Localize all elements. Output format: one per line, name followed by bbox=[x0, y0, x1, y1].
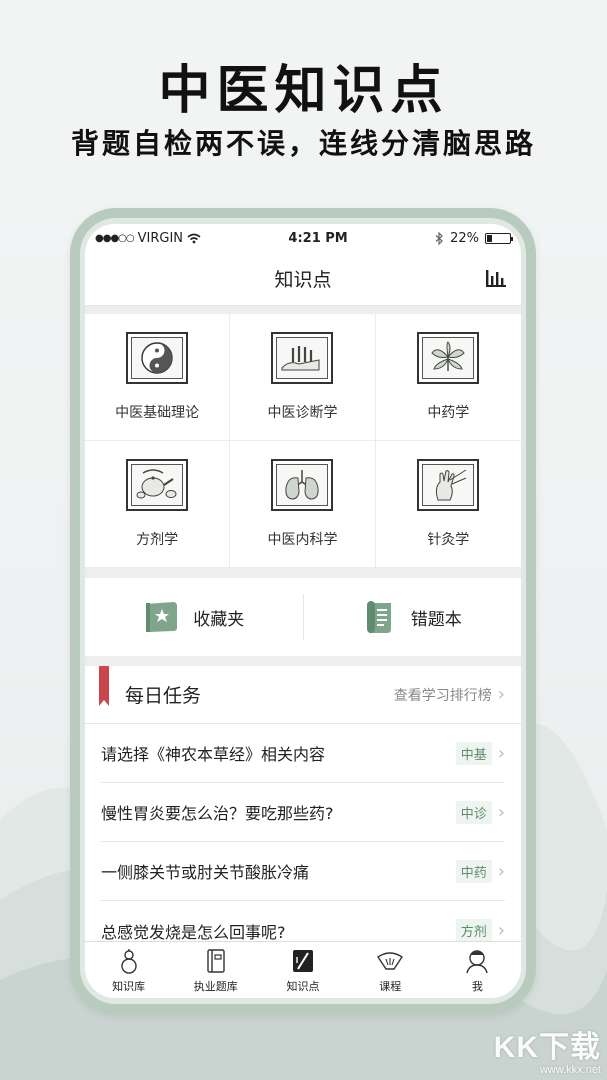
lungs-icon bbox=[271, 459, 334, 511]
category-diagnostics[interactable]: 中医诊断学 bbox=[230, 314, 376, 441]
teapot-icon bbox=[126, 459, 189, 511]
category-label: 中医诊断学 bbox=[267, 405, 338, 421]
status-bar: ●●●○○ VIRGIN 4:21 PM 22% bbox=[85, 224, 521, 252]
task-row[interactable]: 慢性胃炎要怎么治？要吃那些药? 中诊 › bbox=[101, 783, 505, 842]
mistakes-button[interactable]: 错题本 bbox=[304, 594, 522, 640]
promo-subline: 背题自检两不误，连线分清脑思路 bbox=[70, 127, 536, 160]
category-internal-medicine[interactable]: 中医内科学 bbox=[230, 441, 376, 568]
stats-chart-icon[interactable] bbox=[485, 268, 507, 288]
tab-knowledge-base[interactable]: 知识库 bbox=[85, 942, 172, 998]
page-title: 知识点 bbox=[274, 269, 332, 291]
bookmark-ribbon-icon bbox=[99, 666, 109, 706]
carrier-label: VIRGIN bbox=[137, 230, 184, 246]
promo-headline: 中医知识点 bbox=[158, 60, 449, 121]
daily-tasks-title: 每日任务 bbox=[125, 685, 202, 707]
leaderboard-link[interactable]: 查看学习排行榜 › bbox=[394, 684, 505, 705]
category-grid: 中医基础理论 中医诊断学 中药学 方剂学 中医内科学 针灸学 bbox=[85, 314, 521, 568]
task-question: 总感觉发烧是怎么回事呢? bbox=[101, 922, 286, 942]
task-row[interactable]: 一侧膝关节或肘关节酸胀冷痛 中药 › bbox=[101, 842, 505, 901]
quick-access-row: 收藏夹 错题本 bbox=[85, 578, 521, 656]
category-herbology[interactable]: 中药学 bbox=[375, 314, 521, 441]
tab-exam-bank[interactable]: 执业题库 bbox=[172, 942, 259, 998]
favorites-flag-icon bbox=[146, 602, 178, 632]
herb-leaf-icon bbox=[417, 332, 480, 384]
subject-tag: 中药 bbox=[455, 859, 492, 883]
watermark-logo: KK下载 bbox=[493, 1031, 601, 1064]
battery-percent: 22% bbox=[450, 230, 479, 246]
wifi-icon bbox=[187, 233, 201, 243]
clock: 4:21 PM bbox=[288, 230, 348, 246]
nav-bar: 知识点 bbox=[85, 252, 521, 306]
tab-profile[interactable]: 我 bbox=[434, 942, 521, 998]
tab-label: 知识库 bbox=[112, 979, 146, 993]
daily-tasks-section: 每日任务 查看学习排行榜 › 请选择《神农本草经》相关内容 中基 › 慢性胃炎要… bbox=[85, 666, 521, 960]
category-label: 针灸学 bbox=[427, 532, 470, 548]
watermark: KK下载 www.kkx.net bbox=[494, 1022, 601, 1076]
tab-knowledge-points[interactable]: 知识点 bbox=[259, 942, 346, 998]
tab-label: 知识点 bbox=[286, 979, 320, 993]
subject-tag: 方剂 bbox=[455, 919, 492, 942]
chevron-right-icon: › bbox=[497, 920, 505, 941]
mistakes-label: 错题本 bbox=[410, 609, 462, 630]
app-screen: ●●●○○ VIRGIN 4:21 PM 22% 知识点 中医基础理论 中医诊断… bbox=[85, 224, 521, 998]
category-label: 方剂学 bbox=[136, 532, 179, 548]
phone-frame: ●●●○○ VIRGIN 4:21 PM 22% 知识点 中医基础理论 中医诊断… bbox=[70, 208, 536, 1014]
subject-tag: 中诊 bbox=[455, 800, 492, 824]
tab-label: 我 bbox=[471, 979, 483, 993]
scholar-avatar-icon bbox=[466, 949, 489, 973]
bottom-tab-bar: 知识库 执业题库 知识点 课程 我 bbox=[85, 941, 521, 998]
signal-icon: ●●●○○ bbox=[95, 232, 135, 244]
task-row[interactable]: 请选择《神农本草经》相关内容 中基 › bbox=[101, 724, 505, 783]
mistakes-scroll-icon bbox=[366, 601, 391, 633]
tab-label: 执业题库 bbox=[193, 979, 238, 993]
tab-label: 课程 bbox=[379, 979, 402, 993]
chevron-right-icon: › bbox=[497, 684, 505, 705]
daily-tasks-header: 每日任务 查看学习排行榜 › bbox=[85, 666, 521, 724]
category-label: 中药学 bbox=[427, 405, 470, 421]
yin-yang-icon bbox=[126, 332, 189, 384]
battery-icon bbox=[485, 232, 513, 244]
tab-courses[interactable]: 课程 bbox=[347, 942, 434, 998]
favorites-button[interactable]: 收藏夹 bbox=[85, 594, 304, 640]
book-icon bbox=[207, 948, 225, 973]
category-label: 中医内科学 bbox=[267, 532, 338, 548]
task-question: 一侧膝关节或肘关节酸胀冷痛 bbox=[101, 863, 310, 882]
task-question: 慢性胃炎要怎么治？要吃那些药? bbox=[101, 804, 334, 823]
leaderboard-link-label: 查看学习排行榜 bbox=[393, 687, 492, 704]
subject-tag: 中基 bbox=[455, 741, 492, 765]
acupuncture-hand-icon bbox=[417, 459, 480, 511]
brush-notebook-icon bbox=[293, 949, 313, 972]
chevron-right-icon: › bbox=[497, 801, 505, 823]
category-formulas[interactable]: 方剂学 bbox=[85, 441, 231, 568]
chevron-right-icon: › bbox=[497, 860, 505, 882]
bluetooth-icon bbox=[435, 231, 443, 245]
category-label: 中医基础理论 bbox=[115, 405, 200, 421]
gourd-icon bbox=[120, 948, 137, 974]
pulse-hand-icon bbox=[271, 332, 334, 384]
category-acupuncture[interactable]: 针灸学 bbox=[375, 441, 521, 568]
favorites-label: 收藏夹 bbox=[193, 609, 245, 630]
task-question: 请选择《神农本草经》相关内容 bbox=[101, 745, 326, 764]
category-tcm-basics[interactable]: 中医基础理论 bbox=[85, 314, 231, 441]
fan-icon bbox=[377, 951, 404, 970]
chevron-right-icon: › bbox=[497, 742, 505, 764]
